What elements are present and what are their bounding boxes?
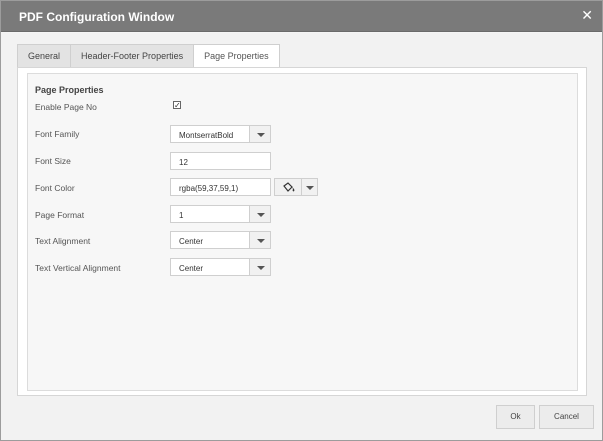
close-icon[interactable]: ✕	[581, 8, 593, 22]
chevron-down-icon	[257, 239, 265, 243]
font-size-input[interactable]: 12	[170, 152, 271, 170]
font-size-value: 12	[179, 158, 188, 167]
text-alignment-value: Center	[179, 237, 204, 246]
window-titlebar: PDF Configuration Window ✕	[1, 1, 602, 32]
page-properties-fieldset: Page Properties Enable Page No ✓ Font Fa…	[27, 73, 578, 391]
ok-button[interactable]: Ok	[496, 405, 535, 429]
tab-header-footer-properties[interactable]: Header-Footer Properties	[70, 44, 195, 67]
font-color-label: Font Color	[35, 183, 75, 193]
page-format-value: 1	[179, 211, 184, 220]
font-size-label: Font Size	[35, 156, 71, 166]
window-title: PDF Configuration Window	[19, 10, 175, 24]
pdf-configuration-window: PDF Configuration Window ✕ General Heade…	[0, 0, 603, 441]
page-format-dropdown-button[interactable]	[249, 205, 271, 223]
text-alignment-dropdown-button[interactable]	[249, 231, 271, 249]
tab-page-properties[interactable]: Page Properties	[193, 44, 280, 68]
chevron-down-icon	[306, 186, 314, 190]
page-format-combobox[interactable]: 1	[170, 205, 250, 223]
page-format-label: Page Format	[35, 210, 85, 220]
tab-general[interactable]: General	[17, 44, 72, 67]
color-picker-dropdown[interactable]	[301, 178, 318, 196]
text-vertical-alignment-value: Center	[179, 264, 204, 273]
text-vertical-alignment-dropdown-button[interactable]	[249, 258, 271, 276]
cancel-button[interactable]: Cancel	[539, 405, 594, 429]
color-picker-button[interactable]	[274, 178, 302, 196]
chevron-down-icon	[257, 266, 265, 270]
fieldset-legend: Page Properties	[35, 85, 104, 95]
enable-page-no-checkbox[interactable]: ✓	[173, 101, 181, 110]
chevron-down-icon	[257, 133, 265, 137]
font-color-input[interactable]: rgba(59,37,59,1)	[170, 178, 271, 196]
page-properties-panel: Page Properties Enable Page No ✓ Font Fa…	[17, 67, 587, 396]
tab-bar: General Header-Footer Properties Page Pr…	[17, 44, 280, 68]
font-family-value: MontserratBold	[179, 131, 234, 140]
font-family-dropdown-button[interactable]	[249, 125, 271, 143]
paint-bucket-icon	[283, 182, 295, 192]
text-alignment-combobox[interactable]: Center	[170, 231, 250, 249]
window-body: General Header-Footer Properties Page Pr…	[1, 33, 602, 440]
text-vertical-alignment-combobox[interactable]: Center	[170, 258, 250, 276]
chevron-down-icon	[257, 213, 265, 217]
text-vertical-alignment-label: Text Vertical Alignment	[35, 263, 121, 273]
text-alignment-label: Text Alignment	[35, 236, 91, 246]
font-color-value: rgba(59,37,59,1)	[179, 184, 239, 193]
enable-page-no-label: Enable Page No	[35, 102, 97, 112]
font-family-combobox[interactable]: MontserratBold	[170, 125, 250, 143]
font-family-label: Font Family	[35, 129, 80, 139]
